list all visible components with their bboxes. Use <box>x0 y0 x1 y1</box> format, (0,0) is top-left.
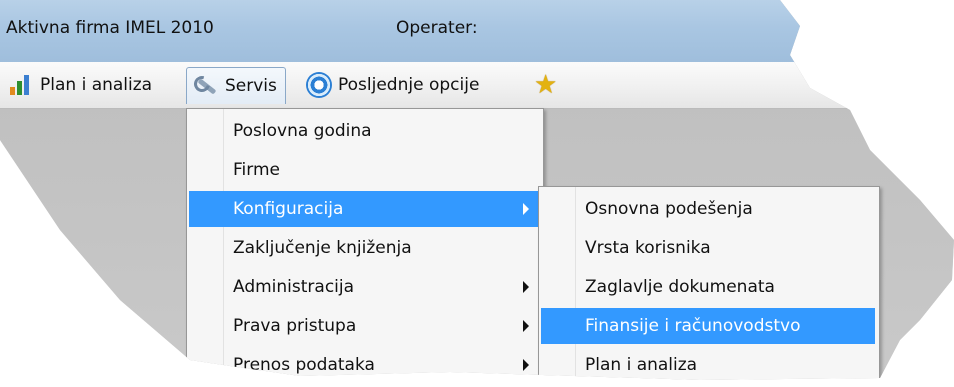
menu-item-administracija[interactable]: Administracija <box>189 269 539 305</box>
submenu-item-zaglavlje-dokumenata[interactable]: Zaglavlje dokumenata <box>541 269 875 305</box>
menu-item-label: Zaglavlje dokumenata <box>585 277 775 297</box>
menu-item-poslovna-godina[interactable]: Poslovna godina <box>189 113 539 149</box>
menu-item-label: Prava pristupa <box>233 316 357 336</box>
submenu-item-plan-i-analiza[interactable]: Plan i analiza <box>541 347 875 380</box>
status-corner-decoration <box>901 362 925 380</box>
menu-item-label: Vrsta korisnika <box>585 238 711 258</box>
menu-item-label: Firme <box>233 160 280 180</box>
submenu-arrow-icon <box>523 320 529 332</box>
app-window-fragment: Aktivna firma IMEL 2010 Operater: Plan i… <box>0 0 954 380</box>
bar-chart-icon <box>8 72 34 98</box>
menu-item-label: Plan i analiza <box>585 355 698 375</box>
star-icon: ★ <box>534 70 558 100</box>
servis-dropdown-menu: Poslovna godina Firme Konfiguracija Zakl… <box>186 108 544 380</box>
menu-item-konfiguracija[interactable]: Konfiguracija <box>189 191 539 227</box>
menu-item-firme[interactable]: Firme <box>189 152 539 188</box>
menu-label: Servis <box>225 76 277 96</box>
operator-label: Operater: <box>396 18 478 38</box>
title-bar: Aktivna firma IMEL 2010 Operater: <box>0 0 954 63</box>
menu-item-label: Konfiguracija <box>233 199 344 219</box>
submenu-item-osnovna-podesenja[interactable]: Osnovna podešenja <box>541 191 875 227</box>
menu-item-label: Finansije i računovodstvo <box>585 316 801 336</box>
menu-item-prava-pristupa[interactable]: Prava pristupa <box>189 308 539 344</box>
menu-plan-i-analiza[interactable]: Plan i analiza <box>8 67 152 103</box>
menu-favorites[interactable]: ★ <box>534 67 566 103</box>
recent-options-icon <box>306 72 332 98</box>
menu-label: Posljednje opcije <box>338 75 480 95</box>
active-company-label: Aktivna firma IMEL 2010 <box>6 18 214 38</box>
submenu-item-finansije-i-racunovodstvo[interactable]: Finansije i računovodstvo <box>541 308 875 344</box>
menu-item-label: Zaključenje knjiženja <box>233 238 412 258</box>
menu-item-label: Osnovna podešenja <box>585 199 753 219</box>
menu-label: Plan i analiza <box>40 75 153 95</box>
menu-item-label: Poslovna godina <box>233 121 372 141</box>
menu-item-label: Prenos podataka <box>233 355 375 375</box>
menu-item-prenos-podataka[interactable]: Prenos podataka <box>189 347 539 380</box>
menu-bar: Plan i analiza Servis Posljednje opcije … <box>0 62 954 109</box>
submenu-arrow-icon <box>523 203 529 215</box>
menu-posljednje-opcije[interactable]: Posljednje opcije <box>306 67 479 103</box>
wrench-icon <box>191 73 219 99</box>
submenu-arrow-icon <box>523 359 529 371</box>
submenu-arrow-icon <box>523 281 529 293</box>
menu-item-label: Administracija <box>233 277 355 297</box>
menu-servis[interactable]: Servis <box>186 67 286 104</box>
submenu-item-vrsta-korisnika[interactable]: Vrsta korisnika <box>541 230 875 266</box>
konfiguracija-submenu: Osnovna podešenja Vrsta korisnika Zaglav… <box>538 186 880 380</box>
menu-item-zakljucenje-knjizenja[interactable]: Zaključenje knjiženja <box>189 230 539 266</box>
